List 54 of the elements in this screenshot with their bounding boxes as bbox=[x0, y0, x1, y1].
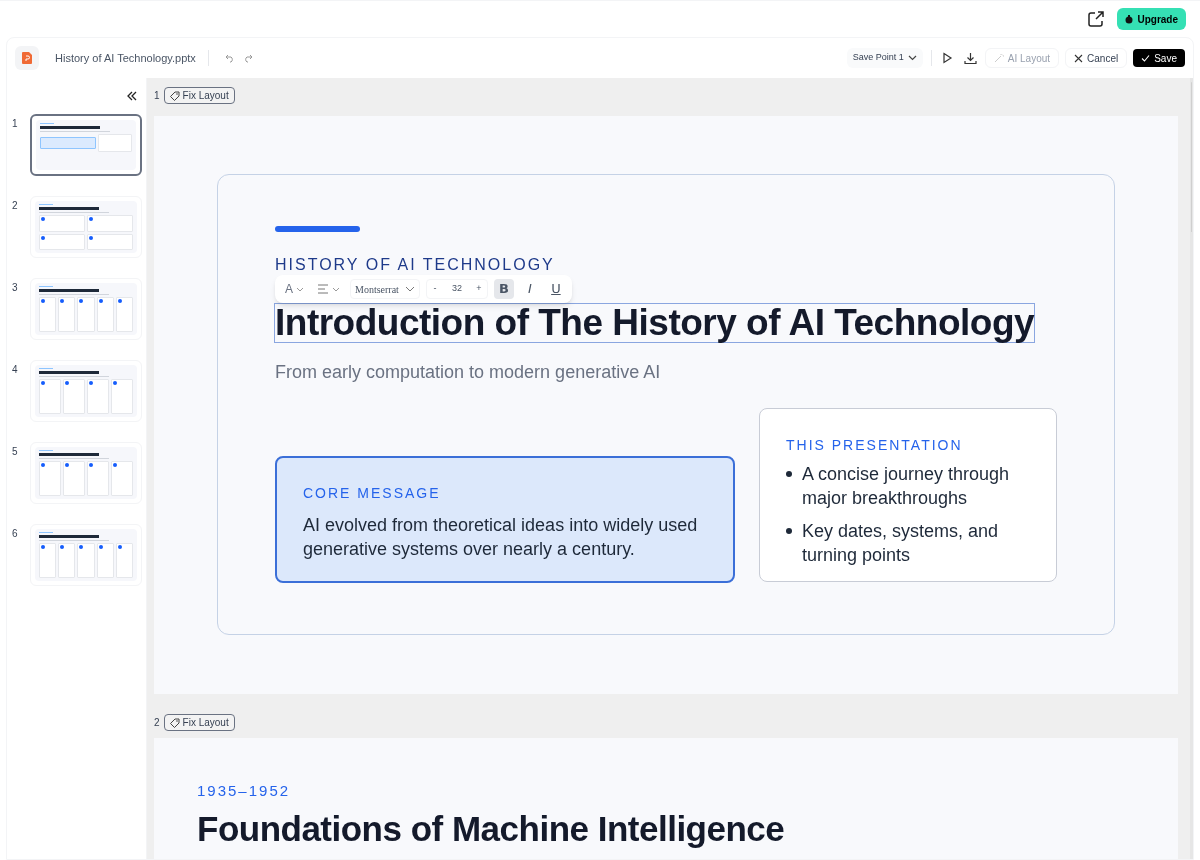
share-icon[interactable] bbox=[1087, 10, 1106, 28]
slide-number: 4 bbox=[12, 363, 19, 377]
magic-wand-icon bbox=[993, 53, 1004, 63]
chevron-down-icon bbox=[907, 55, 917, 61]
scrollbar-thumb[interactable] bbox=[1191, 82, 1192, 232]
chevron-down-icon bbox=[404, 286, 415, 292]
slide-eyebrow: 1935–1952 bbox=[197, 781, 292, 801]
upgrade-button[interactable]: Upgrade bbox=[1117, 8, 1186, 30]
slide-thumbnail[interactable] bbox=[30, 114, 142, 176]
file-icon bbox=[15, 46, 39, 70]
font-size-stepper[interactable]: - 32 + bbox=[425, 279, 488, 299]
check-icon bbox=[1141, 54, 1151, 62]
tag-icon bbox=[169, 90, 180, 101]
cancel-button[interactable]: Cancel bbox=[1065, 48, 1128, 68]
slide-title[interactable]: Introduction of The History of AI Technology bbox=[274, 303, 1036, 343]
slide-number: 2 bbox=[154, 716, 160, 730]
slide-subtitle: From early computation to modern generative AI bbox=[275, 361, 662, 384]
box-label: THIS PRESENTATION bbox=[786, 436, 964, 455]
tag-icon bbox=[169, 717, 180, 728]
save-point-dropdown[interactable]: Save Point 1 bbox=[846, 48, 923, 68]
close-icon bbox=[1074, 53, 1084, 63]
underline-button[interactable]: U bbox=[545, 279, 566, 299]
slide-number: 2 bbox=[12, 199, 19, 213]
slide-number: 5 bbox=[12, 445, 19, 459]
font-dropdown[interactable]: Montserrat bbox=[350, 279, 420, 299]
play-icon[interactable] bbox=[940, 52, 953, 64]
undo-icon[interactable] bbox=[224, 53, 235, 63]
increase-button[interactable]: + bbox=[470, 282, 487, 296]
slide-number: 1 bbox=[12, 117, 19, 131]
bullet-text: A concise journey through major breakthroughs bbox=[802, 463, 1011, 510]
bold-button[interactable]: B bbox=[493, 279, 514, 299]
align-icon bbox=[318, 284, 328, 294]
redo-icon[interactable] bbox=[242, 53, 253, 63]
italic-button[interactable]: I bbox=[519, 279, 540, 299]
box-text: AI evolved from theoretical ideas into widely used generative systems over nearly a century. bbox=[303, 514, 699, 561]
box-label: CORE MESSAGE bbox=[303, 484, 442, 503]
chevron-down-icon bbox=[296, 286, 304, 292]
slide-eyebrow: HISTORY OF AI TECHNOLOGY bbox=[275, 255, 556, 275]
font-size-value: 32 bbox=[450, 282, 463, 296]
upgrade-icon bbox=[1125, 14, 1134, 24]
slide-number: 3 bbox=[12, 281, 19, 295]
slide-title: Foundations of Machine Intelligence bbox=[197, 808, 786, 849]
decrease-button[interactable]: - bbox=[426, 282, 443, 296]
fix-layout-button[interactable]: Fix Layout bbox=[163, 87, 235, 104]
file-name: History of AI Technology.pptx bbox=[55, 50, 196, 66]
slide-number: 1 bbox=[154, 89, 160, 103]
download-icon[interactable] bbox=[963, 51, 977, 65]
chevron-down-icon bbox=[332, 286, 340, 292]
slide-number: 6 bbox=[12, 527, 19, 541]
bullet-text: Key dates, systems, and turning points bbox=[802, 520, 1000, 567]
fix-layout-button[interactable]: Fix Layout bbox=[163, 714, 235, 731]
font-color-button[interactable]: A bbox=[281, 280, 308, 298]
collapse-icon[interactable] bbox=[126, 90, 138, 102]
save-button[interactable]: Save bbox=[1133, 49, 1185, 67]
